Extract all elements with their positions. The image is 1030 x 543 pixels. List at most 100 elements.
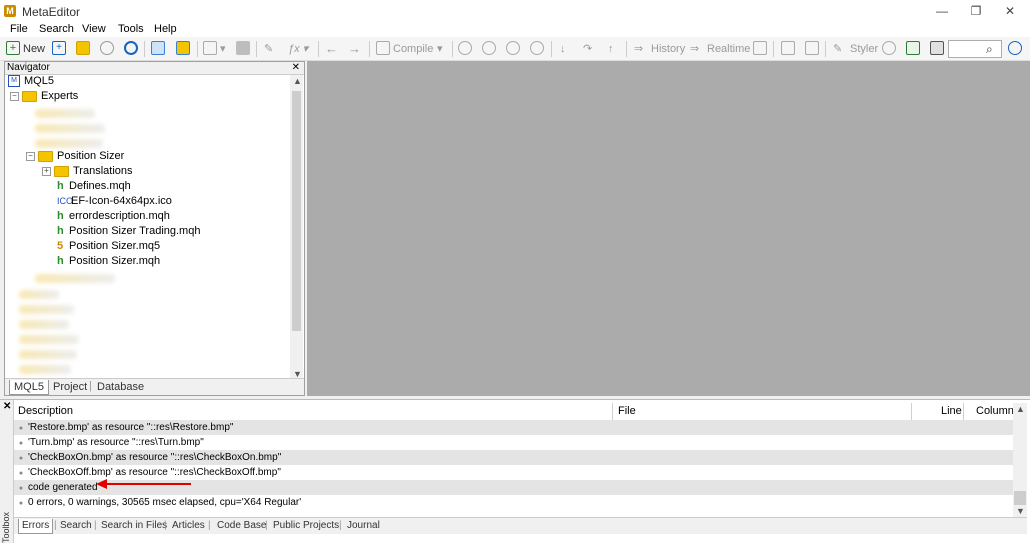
navigator-toggle-icon[interactable] — [151, 41, 165, 55]
stop-icon[interactable] — [530, 41, 544, 55]
search-input[interactable] — [948, 40, 1002, 58]
new-file-icon[interactable]: + — [6, 41, 20, 55]
column-description[interactable]: Description — [18, 403, 73, 419]
menu-bar: File Search View Tools Help — [0, 22, 1030, 37]
scrollbar-thumb[interactable] — [1014, 491, 1026, 505]
copy-icon[interactable] — [781, 41, 795, 55]
info-bullet-icon: ● — [18, 485, 24, 492]
back-arrow-icon[interactable]: ← — [325, 41, 338, 57]
message-row[interactable]: ● 'CheckBoxOff.bmp' as resource "::res\Ch… — [14, 465, 1013, 480]
close-button[interactable]: ✕ — [993, 2, 1027, 20]
column-column[interactable]: Column — [976, 403, 1014, 419]
menu-help[interactable]: Help — [154, 23, 177, 35]
history-button[interactable]: History — [651, 41, 685, 57]
tab-articles[interactable]: Articles — [172, 519, 205, 533]
pause-icon[interactable] — [506, 41, 520, 55]
zoom-icon[interactable] — [805, 41, 819, 55]
scroll-up-icon[interactable]: ▲ — [293, 76, 302, 86]
close-icon[interactable]: ✕ — [3, 401, 11, 412]
collapse-icon[interactable]: − — [10, 91, 19, 101]
tree-item-translations[interactable]: + Translations — [42, 164, 133, 179]
realtime-button[interactable]: Realtime — [707, 41, 750, 57]
annotation-arrow-line — [106, 483, 191, 485]
step-into-icon[interactable]: ↓ — [560, 41, 566, 57]
toolbox-sidebar: ✕ Toolbox — [0, 400, 14, 543]
toolbox-scrollbar[interactable]: ▲ ▼ — [1013, 403, 1027, 517]
stop-profiling-icon[interactable] — [753, 41, 767, 55]
tree-item-position-sizer-mqh[interactable]: h Position Sizer.mqh — [57, 254, 160, 269]
info-bullet-icon: ● — [18, 455, 24, 462]
search-icon[interactable]: ⌕ — [986, 41, 993, 57]
folder-icon — [54, 165, 69, 177]
open-folder-icon[interactable] — [76, 41, 90, 55]
close-icon[interactable]: ✕ — [292, 62, 300, 74]
tree-item-position-sizer-mq5[interactable]: 5 Position Sizer.mq5 — [57, 239, 160, 254]
restore-button[interactable]: ❐ — [959, 2, 993, 20]
header-file-icon: h — [57, 210, 64, 222]
navigator-scrollbar[interactable]: ▲ ▼ — [290, 75, 303, 381]
tree-item-experts[interactable]: − Experts — [10, 89, 78, 104]
new-project-icon[interactable]: + — [52, 41, 66, 55]
community-icon[interactable] — [1008, 41, 1022, 55]
scroll-up-icon[interactable]: ▲ — [1016, 404, 1025, 414]
print-icon[interactable] — [236, 41, 250, 55]
toolbox-panel: ✕ Toolbox Description File Line Column ●… — [0, 399, 1030, 543]
editor-area[interactable] — [307, 61, 1030, 396]
save-icon[interactable] — [124, 41, 138, 55]
tab-public-projects[interactable]: Public Projects — [273, 519, 339, 533]
message-row[interactable]: ● 'CheckBoxOn.bmp' as resource "::res\Che… — [14, 450, 1013, 465]
menu-tools[interactable]: Tools — [118, 23, 144, 35]
compile-dropdown-icon[interactable]: ▾ — [437, 41, 443, 57]
tab-project[interactable]: Project — [49, 380, 91, 394]
tab-journal[interactable]: Journal — [347, 519, 380, 533]
navigator-title: Navigator — [7, 62, 50, 73]
collapse-icon[interactable]: − — [26, 151, 35, 161]
minimize-button[interactable]: — — [925, 2, 959, 20]
expand-icon[interactable]: + — [42, 166, 51, 176]
column-file[interactable]: File — [618, 403, 636, 419]
compile-icon[interactable] — [376, 41, 390, 55]
message-row[interactable]: ● 'Restore.bmp' as resource "::res\Restor… — [14, 420, 1013, 435]
header-file-icon: h — [57, 180, 64, 192]
metatrader-icon[interactable] — [906, 41, 920, 55]
toolbox-tabs: Errors | Search | Search in Files | Arti… — [14, 517, 1027, 534]
toolbox-toggle-icon[interactable] — [176, 41, 190, 55]
chevron-down-icon[interactable]: ▾ — [220, 41, 226, 57]
tab-search-in-files[interactable]: Search in Files — [101, 519, 167, 533]
tree-item-position-sizer-trading[interactable]: h Position Sizer Trading.mqh — [57, 224, 200, 239]
tab-mql5[interactable]: MQL5 — [9, 380, 49, 395]
column-line[interactable]: Line — [941, 403, 962, 419]
tab-errors[interactable]: Errors — [18, 519, 54, 534]
scroll-down-icon[interactable]: ▼ — [1016, 506, 1025, 516]
step-out-icon[interactable]: ↑ — [608, 41, 614, 57]
info-bullet-icon: ● — [18, 470, 24, 477]
menu-search[interactable]: Search — [39, 23, 74, 35]
download-icon[interactable] — [100, 41, 114, 55]
start-debug-icon[interactable] — [458, 41, 472, 55]
forward-arrow-icon[interactable]: → — [348, 41, 361, 57]
tab-search[interactable]: Search — [60, 519, 92, 533]
compile-button[interactable]: Compile — [393, 41, 433, 57]
tree-item-defines[interactable]: h Defines.mqh — [57, 179, 131, 194]
tree-item-ef-icon[interactable]: ICOEF-Icon-64x64px.ico — [57, 194, 172, 209]
start-history-debug-icon[interactable] — [482, 41, 496, 55]
new-button[interactable]: New — [23, 41, 45, 57]
message-row[interactable]: ● 'Turn.bmp' as resource "::res\Turn.bmp" — [14, 435, 1013, 450]
var-icon[interactable]: ✎ — [264, 41, 273, 57]
styler-button[interactable]: Styler — [850, 41, 878, 57]
tab-database[interactable]: Database — [93, 380, 148, 394]
function-icon[interactable]: ƒx ▾ — [288, 41, 308, 57]
tree-root-mql5[interactable]: M MQL5 — [8, 74, 54, 89]
mq5-file-icon: 5 — [57, 240, 64, 252]
menu-file[interactable]: File — [10, 23, 28, 35]
tree-item-position-sizer[interactable]: − Position Sizer — [26, 149, 124, 164]
diamond-icon[interactable] — [882, 41, 896, 55]
message-row[interactable]: ● 0 errors, 0 warnings, 30565 msec elapse… — [14, 495, 1013, 510]
tree-item-errordescription[interactable]: h errordescription.mqh — [57, 209, 170, 224]
settings-sliders-icon[interactable] — [930, 41, 944, 55]
tab-code-base[interactable]: Code Base — [217, 519, 266, 533]
step-over-icon[interactable]: ↷ — [583, 41, 592, 57]
find-icon[interactable] — [203, 41, 217, 55]
menu-view[interactable]: View — [82, 23, 106, 35]
scrollbar-thumb[interactable] — [292, 91, 301, 331]
